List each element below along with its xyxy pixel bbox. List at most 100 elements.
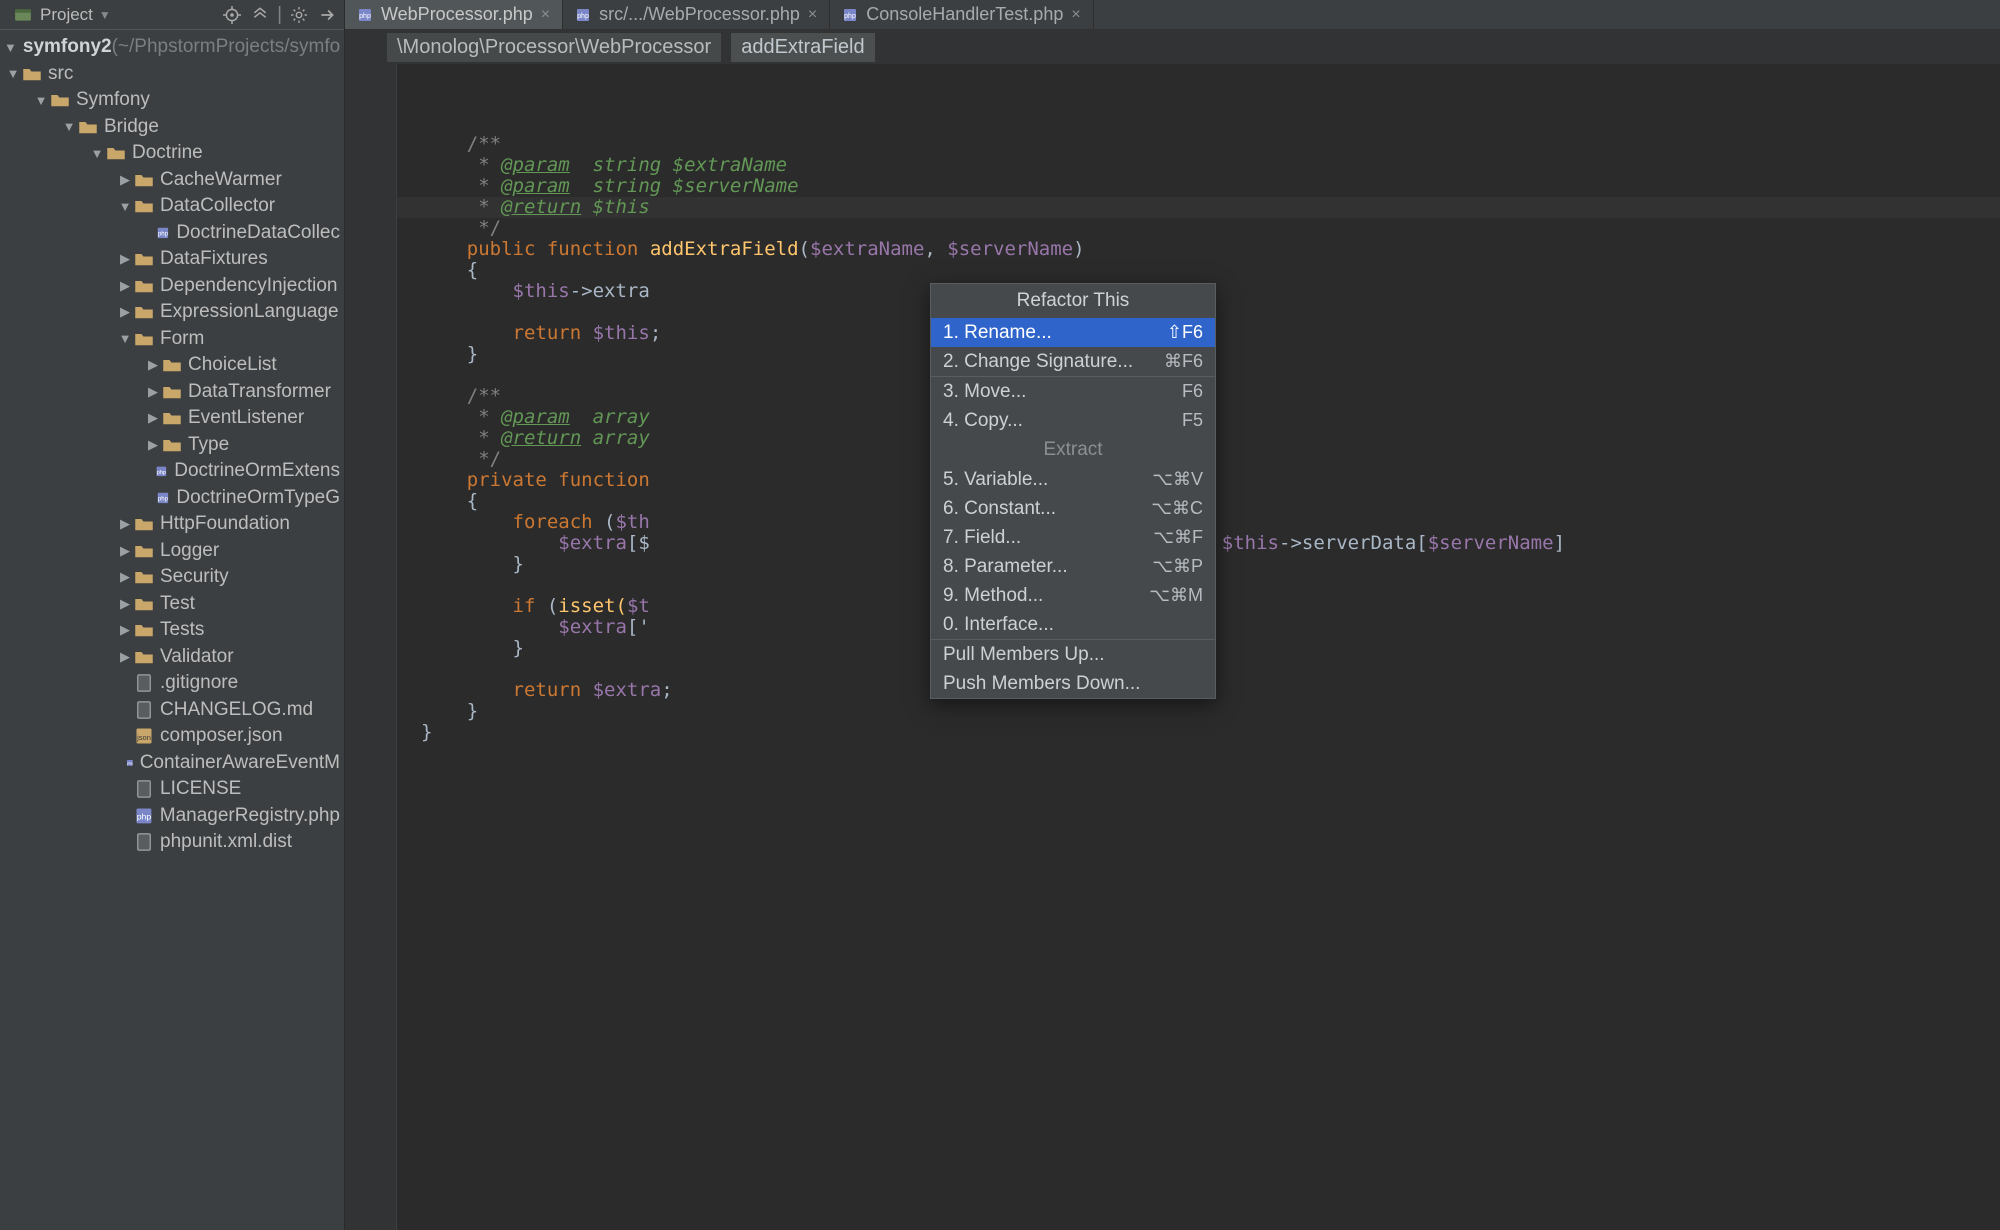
menu-item-shortcut: ⌥⌘V (1152, 469, 1203, 490)
refactor-menu-item[interactable]: Push Members Down... (931, 669, 1215, 698)
refactor-menu-item[interactable]: 0. Interface... (931, 610, 1215, 639)
project-tree[interactable]: ▼ symfony2 (~/PhpstormProjects/symfo ▼sr… (0, 30, 344, 1230)
menu-item-shortcut: ⌥⌘P (1152, 556, 1203, 577)
refactor-menu-item[interactable]: 1. Rename...⇧F6 (931, 318, 1215, 347)
editor-tab[interactable]: phpConsoleHandlerTest.php× (830, 0, 1093, 29)
tree-root[interactable]: ▼ symfony2 (~/PhpstormProjects/symfo (0, 34, 344, 61)
editor-tab[interactable]: phpsrc/.../WebProcessor.php× (563, 0, 830, 29)
tree-row[interactable]: ▶Tests (0, 617, 344, 644)
tree-row[interactable]: ▶phpunit.xml.dist (0, 829, 344, 856)
gear-icon[interactable] (288, 4, 310, 26)
tree-row[interactable]: ▶Logger (0, 538, 344, 565)
menu-item-label: 0. Interface... (943, 614, 1054, 636)
editor-tab[interactable]: phpWebProcessor.php× (345, 0, 563, 29)
refactor-menu-item[interactable]: 9. Method...⌥⌘M (931, 581, 1215, 610)
tree-row[interactable]: ▶ Type (0, 432, 344, 459)
tree-root-sub: (~/PhpstormProjects/symfo (112, 36, 341, 58)
tree-node-label: ExpressionLanguage (160, 301, 339, 323)
tree-row[interactable]: ▶jsoncomposer.json (0, 723, 344, 750)
refactor-menu-item[interactable]: 6. Constant...⌥⌘C (931, 494, 1215, 523)
sidebar-toolbar: Project ▼ | (0, 0, 344, 30)
tree-row[interactable]: ▶phpManagerRegistry.php (0, 803, 344, 830)
crumb-namespace[interactable]: \Monolog\Processor\WebProcessor (387, 33, 721, 62)
tree-row[interactable]: ▶DataTransformer (0, 379, 344, 406)
breadcrumb[interactable]: \Monolog\Processor\WebProcessor addExtra… (345, 30, 2000, 64)
tree-toggle[interactable]: ▶ (116, 250, 134, 268)
editor-gutter[interactable] (345, 64, 397, 1230)
tree-row[interactable]: ▼Form (0, 326, 344, 353)
tree-toggle[interactable]: ▶ (116, 515, 134, 533)
tree-node-label: Type (188, 434, 229, 456)
close-icon[interactable]: × (808, 6, 817, 24)
tree-row[interactable]: ▶CacheWarmer (0, 167, 344, 194)
tree-row[interactable]: ▶phpDoctrineOrmExtens (0, 458, 344, 485)
tree-toggle[interactable]: ▼ (116, 197, 134, 215)
close-icon[interactable]: × (541, 6, 550, 24)
svg-text:json: json (136, 733, 151, 742)
tree-node-label: composer.json (160, 725, 283, 747)
folder-icon (134, 196, 154, 216)
refactor-menu-item[interactable]: 5. Variable...⌥⌘V (931, 465, 1215, 494)
tree-toggle[interactable]: ▶ (144, 356, 162, 374)
close-icon[interactable]: × (1071, 6, 1080, 24)
tree-toggle[interactable]: ▶ (144, 436, 162, 454)
svg-text:php: php (157, 470, 166, 476)
refactor-menu-item[interactable]: 2. Change Signature...⌘F6 (931, 347, 1215, 376)
tree-row[interactable]: ▼DataCollector (0, 193, 344, 220)
hide-icon[interactable] (316, 4, 338, 26)
tree-row[interactable]: ▶phpDoctrineDataCollec (0, 220, 344, 247)
tree-toggle[interactable]: ▶ (116, 621, 134, 639)
tree-row[interactable]: ▶ Test (0, 591, 344, 618)
tree-toggle[interactable]: ▼ (4, 65, 22, 83)
tree-row[interactable]: ▶.gitignore (0, 670, 344, 697)
tree-toggle[interactable]: ▼ (4, 38, 17, 56)
file-icon (134, 673, 154, 693)
refactor-menu-item[interactable]: 3. Move...F6 (931, 377, 1215, 406)
refactor-menu-item[interactable]: 4. Copy...F5 (931, 406, 1215, 435)
tree-row[interactable]: ▼Symfony (0, 87, 344, 114)
tree-row[interactable]: ▶phpContainerAwareEventM (0, 750, 344, 777)
tree-row[interactable]: ▶phpDoctrineOrmTypeG (0, 485, 344, 512)
tree-node-label: Test (160, 593, 195, 615)
tree-row[interactable]: ▶CHANGELOG.md (0, 697, 344, 724)
tree-toggle[interactable]: ▶ (116, 303, 134, 321)
locate-icon[interactable] (221, 4, 243, 26)
tree-row[interactable]: ▶DependencyInjection (0, 273, 344, 300)
crumb-function[interactable]: addExtraField (731, 33, 874, 62)
tree-toggle[interactable]: ▶ (116, 568, 134, 586)
tree-row[interactable]: ▶ ExpressionLanguage (0, 299, 344, 326)
tree-toggle[interactable]: ▶ (116, 542, 134, 560)
tree-row[interactable]: ▶DataFixtures (0, 246, 344, 273)
json-icon: json (134, 726, 154, 746)
tree-toggle[interactable]: ▼ (88, 144, 106, 162)
project-view-dropdown[interactable]: Project ▼ (6, 2, 117, 28)
collapse-all-icon[interactable] (249, 4, 271, 26)
refactor-menu-item[interactable]: Pull Members Up... (931, 640, 1215, 669)
tree-toggle[interactable]: ▶ (116, 648, 134, 666)
tree-row[interactable]: ▶Validator (0, 644, 344, 671)
svg-text:php: php (137, 811, 152, 821)
tree-row[interactable]: ▼Doctrine (0, 140, 344, 167)
menu-item-shortcut: ⌥⌘F (1153, 527, 1203, 548)
tree-toggle[interactable]: ▼ (60, 118, 78, 136)
tree-row[interactable]: ▶Security (0, 564, 344, 591)
tree-row[interactable]: ▶ ChoiceList (0, 352, 344, 379)
tree-toggle[interactable]: ▶ (116, 171, 134, 189)
tree-row[interactable]: ▼Bridge (0, 114, 344, 141)
tree-toggle[interactable]: ▶ (116, 277, 134, 295)
tree-row[interactable]: ▶EventListener (0, 405, 344, 432)
tree-row[interactable]: ▶LICENSE (0, 776, 344, 803)
tree-node-label: ChoiceList (188, 354, 277, 376)
folder-icon (134, 620, 154, 640)
tree-row[interactable]: ▶HttpFoundation (0, 511, 344, 538)
tree-toggle[interactable]: ▶ (116, 595, 134, 613)
tree-row[interactable]: ▼src (0, 61, 344, 88)
tree-toggle[interactable]: ▼ (32, 91, 50, 109)
refactor-menu-item[interactable]: 7. Field...⌥⌘F (931, 523, 1215, 552)
refactor-menu-item[interactable]: 8. Parameter...⌥⌘P (931, 552, 1215, 581)
tree-toggle[interactable]: ▼ (116, 330, 134, 348)
tree-toggle[interactable]: ▶ (144, 409, 162, 427)
tree-toggle[interactable]: ▶ (144, 383, 162, 401)
svg-text:php: php (158, 496, 169, 502)
tree-root-label: symfony2 (23, 36, 112, 58)
